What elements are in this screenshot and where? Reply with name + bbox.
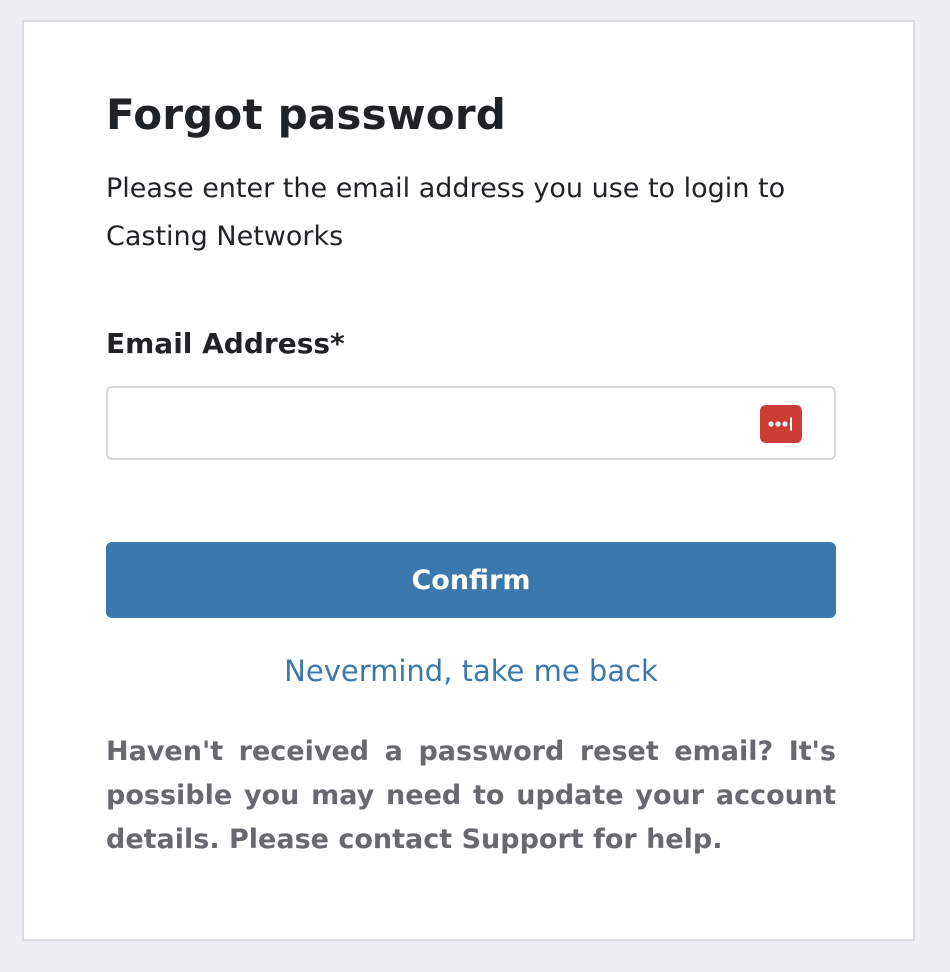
email-field[interactable] [122, 388, 756, 460]
help-text: Haven't received a password reset email?… [106, 736, 836, 855]
back-link[interactable]: Nevermind, take me back [106, 654, 836, 688]
lastpass-icon[interactable] [760, 405, 802, 443]
intro-text: Please enter the email address you use t… [106, 173, 786, 252]
lastpass-dots-icon [768, 417, 792, 431]
email-label: Email Address* [106, 327, 345, 360]
email-field-wrapper [106, 386, 836, 460]
page-title: Forgot password [106, 90, 507, 139]
confirm-button[interactable]: Confirm [106, 542, 836, 618]
forgot-password-card: Forgot password Please enter the email a… [22, 20, 915, 941]
